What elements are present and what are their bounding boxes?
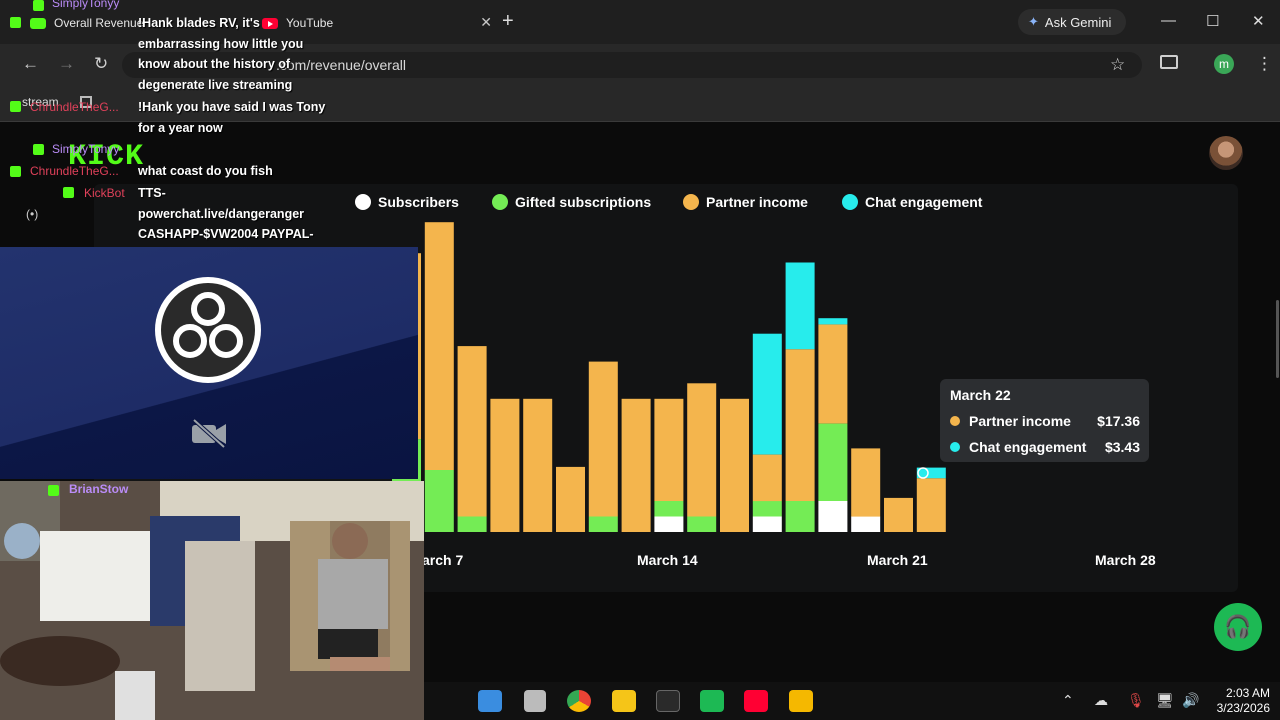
x-tick-label: arch 7: [422, 552, 464, 568]
tooltip-row-partner-income: Partner income $17.36: [950, 413, 1140, 429]
bar-segment[interactable]: [785, 262, 815, 350]
streamlabs-icon[interactable]: [700, 690, 724, 712]
obs-logo-icon: [155, 277, 261, 383]
chat-username: SimplyTonyy: [52, 0, 120, 10]
chat-username: KickBot: [84, 186, 125, 200]
webcam-scene: [0, 481, 424, 720]
bar-segment[interactable]: [424, 470, 454, 532]
tooltip-dot: [950, 416, 960, 426]
chrome-icon[interactable]: [567, 690, 591, 712]
bar-segment[interactable]: [916, 467, 946, 479]
windows-taskbar: [424, 682, 1280, 720]
support-chat-button[interactable]: 🎧: [1214, 603, 1262, 651]
rockstar-launcher-icon[interactable]: [612, 690, 636, 712]
chat-username: ChrundleTheG...: [30, 100, 119, 114]
clock-date: 3/23/2026: [1216, 701, 1270, 715]
bar-segment[interactable]: [818, 423, 848, 501]
bar-segment[interactable]: [851, 448, 881, 517]
chat-username: ChrundleTheG...: [30, 164, 119, 178]
kick-badge-icon: [10, 101, 21, 112]
bar-segment[interactable]: [588, 516, 618, 533]
obs-camera-source: [0, 247, 418, 479]
bar-segment[interactable]: [818, 501, 848, 532]
bar-segment[interactable]: [490, 398, 520, 532]
windows-start-icon[interactable]: [478, 690, 502, 712]
x-tick-label: March 14: [637, 552, 698, 568]
chat-username: SimplyTonyy: [52, 142, 120, 156]
bar-segment[interactable]: [588, 361, 618, 517]
tooltip-label: Chat engagement: [969, 439, 1087, 455]
kick-badge-icon: [48, 485, 59, 496]
kick-badge-icon: [33, 144, 44, 155]
webcam-feed: [0, 481, 424, 720]
bar-segment[interactable]: [818, 324, 848, 424]
tray-cloud-icon[interactable]: ☁: [1094, 692, 1108, 709]
bar-segment[interactable]: [654, 501, 684, 517]
bar-segment[interactable]: [752, 516, 782, 533]
chat-message: embarrassing how little you: [138, 37, 304, 51]
bar-segment[interactable]: [851, 516, 881, 533]
taskbar-clock[interactable]: 2:03 AM 3/23/2026: [1208, 686, 1270, 716]
file-explorer-icon[interactable]: [789, 690, 813, 712]
bar-segment[interactable]: [687, 383, 717, 517]
bar-segment[interactable]: [424, 222, 454, 470]
kick-badge-icon: [10, 166, 21, 177]
tooltip-dot: [950, 442, 960, 452]
tray-network-icon[interactable]: 🖥: [1156, 692, 1174, 709]
chat-message: !Hank you have said I was Tony: [138, 100, 326, 114]
stream-chat-overlay: SimplyTonyy ChrundleTheG... SimplyTonyy …: [0, 0, 420, 250]
camera-off-icon: [192, 418, 226, 448]
bar-segment[interactable]: [818, 318, 848, 325]
obs-logo-swirl: [173, 292, 243, 358]
bar-segment[interactable]: [785, 501, 815, 532]
kick-badge-icon: [10, 17, 21, 28]
chat-message: powerchat.live/dangeranger: [138, 207, 305, 221]
bar-segment[interactable]: [457, 516, 487, 533]
headset-icon: 🎧: [1224, 614, 1252, 639]
chat-message: for a year now: [138, 121, 223, 135]
task-view-icon[interactable]: [524, 690, 546, 712]
chat-message: what coast do you fish: [138, 164, 273, 178]
tooltip-row-chat-engagement: Chat engagement $3.43: [950, 439, 1140, 455]
bar-segment[interactable]: [621, 398, 651, 532]
bar-segment[interactable]: [523, 398, 553, 532]
chat-message: !Hank blades RV, it's: [138, 16, 260, 30]
x-tick-label: March 21: [867, 552, 928, 568]
tooltip-value: $17.36: [1097, 413, 1140, 429]
chat-message: CASHAPP-$VW2004 PAYPAL-: [138, 227, 314, 241]
bar-segment[interactable]: [457, 346, 487, 517]
bar-segment[interactable]: [785, 349, 815, 501]
clock-time: 2:03 AM: [1225, 686, 1270, 700]
bar-segment[interactable]: [720, 398, 749, 532]
epic-games-icon[interactable]: [656, 690, 680, 712]
kick-badge-icon: [33, 0, 44, 11]
bar-segment[interactable]: [752, 501, 782, 517]
x-tick-label: March 28: [1095, 552, 1156, 568]
bar-segment[interactable]: [654, 516, 684, 533]
youtube-app-icon[interactable]: [744, 690, 768, 712]
webcam-username: BrianStow: [69, 482, 129, 496]
chat-message: degenerate live streaming: [138, 78, 293, 92]
bar-segment[interactable]: [884, 497, 913, 532]
chat-message: know about the history of: [138, 57, 291, 71]
bar-segment[interactable]: [556, 466, 585, 532]
bar-segment[interactable]: [687, 516, 717, 533]
tooltip-value: $3.43: [1104, 439, 1140, 455]
tooltip-date: March 22: [950, 387, 1011, 403]
bar-segment[interactable]: [752, 333, 782, 455]
kick-badge-icon: [63, 187, 74, 198]
tooltip-label: Partner income: [969, 413, 1071, 429]
bar-segment[interactable]: [654, 398, 684, 501]
bar-segment[interactable]: [916, 478, 946, 532]
obs-logo-inner: [161, 283, 255, 377]
chat-message: TTS-: [138, 186, 166, 200]
tray-microphone-icon[interactable]: 🎙: [1127, 692, 1145, 709]
tray-chevron-up-icon[interactable]: ⌃: [1062, 692, 1074, 709]
bar-segment[interactable]: [752, 454, 782, 502]
tray-volume-icon[interactable]: 🔊: [1182, 692, 1199, 709]
